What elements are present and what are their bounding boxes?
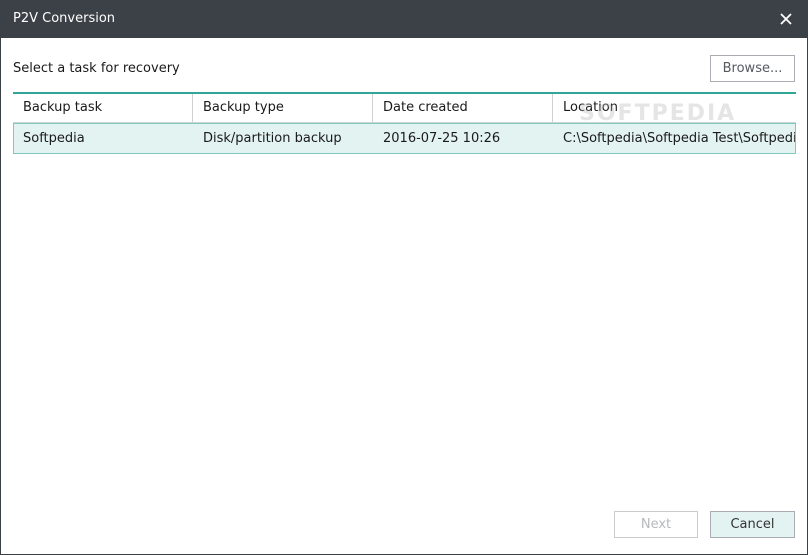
cell-date-created: 2016-07-25 10:26	[383, 131, 501, 146]
column-header-backup-task[interactable]: Backup task	[13, 94, 193, 122]
select-task-label: Select a task for recovery	[13, 61, 180, 76]
backup-task-table: Backup task Backup type Date created Loc…	[13, 92, 796, 154]
cell-location: C:\Softpedia\Softpedia Test\Softpedia	[563, 131, 795, 146]
cancel-button[interactable]: Cancel	[710, 511, 795, 538]
title-bar: P2V Conversion	[1, 1, 807, 38]
p2v-conversion-dialog: P2V Conversion Select a task for recover…	[0, 0, 808, 555]
cell-backup-type: Disk/partition backup	[203, 131, 342, 146]
cell-backup-task: Softpedia	[23, 131, 85, 146]
column-header-date-created[interactable]: Date created	[373, 94, 553, 122]
window-title: P2V Conversion	[13, 11, 116, 26]
table-row[interactable]: Softpedia Disk/partition backup 2016-07-…	[13, 123, 796, 154]
column-header-backup-type[interactable]: Backup type	[193, 94, 373, 122]
column-header-location[interactable]: Location	[553, 94, 796, 122]
next-button[interactable]: Next	[614, 511, 698, 538]
close-button[interactable]	[773, 6, 799, 32]
table-header: Backup task Backup type Date created Loc…	[13, 92, 796, 123]
close-icon	[780, 13, 792, 25]
browse-button[interactable]: Browse...	[710, 55, 795, 82]
